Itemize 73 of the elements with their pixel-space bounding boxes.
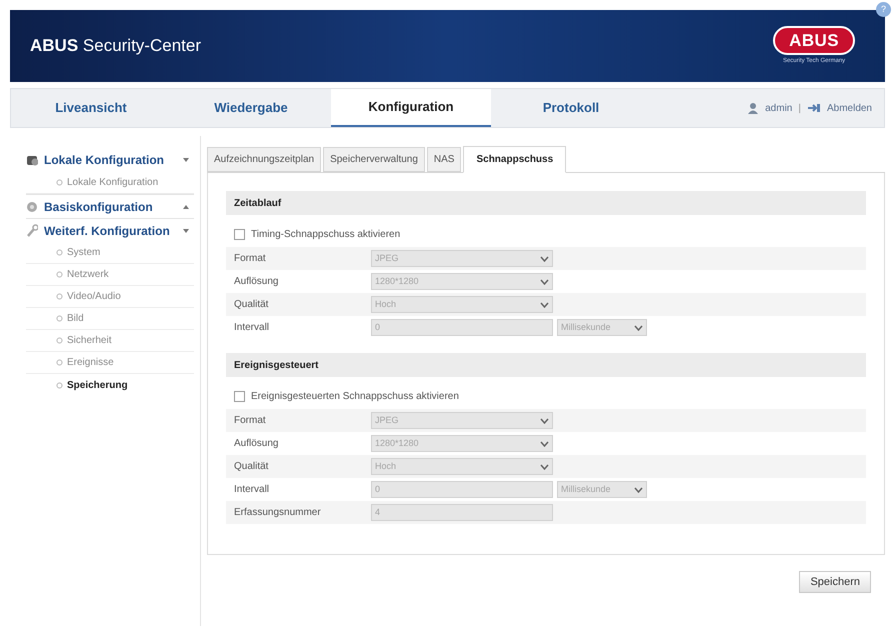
separator: | (798, 102, 801, 116)
user-name[interactable]: admin (765, 100, 792, 116)
page-tab[interactable]: Schnappschuss (463, 146, 566, 173)
field-label: Auflösung (234, 437, 280, 451)
bullet-icon (56, 271, 63, 278)
unit-dropdown[interactable]: Millisekunde (557, 481, 647, 498)
sidebar-item[interactable]: System (67, 245, 100, 260)
sidebar-item[interactable]: Sicherheit (67, 333, 112, 348)
save-button[interactable]: Speichern (799, 571, 871, 593)
input-field[interactable]: 0 (371, 481, 553, 498)
checkbox-label: Ereignisgesteuerten Schnappschuss aktivieren (251, 390, 459, 404)
sidebar-group[interactable]: Lokale Konfiguration (44, 151, 182, 169)
sidebar-group[interactable]: Weiterf. Konfiguration (44, 222, 182, 240)
logout-link[interactable]: Abmelden (826, 100, 872, 116)
chevron-down-icon (540, 440, 549, 446)
field-label: Auflösung (234, 275, 280, 289)
disc-icon (26, 200, 38, 214)
dropdown[interactable]: 1280*1280 (371, 435, 553, 452)
field-label: Intervall (234, 321, 270, 335)
checkbox[interactable] (234, 390, 245, 402)
page-tab[interactable]: Speicherverwaltung (323, 147, 425, 172)
nav-tab[interactable]: Protokoll (491, 89, 651, 127)
chevron-down-icon (634, 486, 643, 492)
dropdown[interactable]: Hoch (371, 296, 553, 313)
chevron-down-icon (540, 302, 549, 308)
bullet-icon (56, 293, 63, 300)
sidebar-item[interactable]: Ereignisse (67, 355, 114, 370)
page-tab[interactable]: Aufzeichnungszeitplan (207, 147, 322, 172)
field-label: Erfassungsnummer (234, 506, 322, 520)
sidebar-group[interactable]: Basiskonfiguration (44, 198, 182, 216)
camera-icon (26, 153, 38, 167)
sidebar-item[interactable]: Lokale Konfiguration (67, 175, 158, 190)
nav-tab[interactable]: Liveansicht (11, 89, 171, 127)
bullet-icon (56, 249, 63, 256)
bullet-icon (56, 359, 63, 366)
help-button[interactable]: ? (876, 2, 891, 17)
bullet-icon (56, 179, 63, 186)
chevron-down-icon (540, 464, 549, 470)
unit-dropdown[interactable]: Millisekunde (557, 319, 647, 336)
field-label: Qualität (234, 460, 270, 474)
section-title: Ereignisgesteuert (234, 358, 318, 372)
sidebar-item[interactable]: Bild (67, 311, 84, 326)
brand-logo: ABUS (773, 26, 855, 56)
checkbox-label: Timing-Schnappschuss aktivieren (251, 228, 400, 242)
chevron-down-icon (540, 278, 549, 284)
dropdown[interactable]: JPEG (371, 250, 553, 267)
app-title: ABUS Security-Center (30, 35, 201, 58)
section-title: Zeitablauf (234, 196, 282, 210)
checkbox[interactable] (234, 228, 245, 240)
sidebar-item[interactable]: Netzwerk (67, 267, 109, 282)
sidebar-item[interactable]: Video/Audio (67, 289, 121, 304)
bullet-icon (56, 315, 63, 322)
bullet-icon (56, 382, 63, 388)
nav-tab[interactable]: Konfiguration (331, 89, 491, 127)
wrench-icon (26, 224, 38, 238)
dropdown[interactable]: Hoch (371, 458, 553, 475)
page-tab[interactable]: NAS (426, 147, 462, 172)
input-field[interactable]: 4 (371, 504, 553, 521)
dropdown[interactable]: JPEG (371, 412, 553, 429)
bullet-icon (56, 337, 63, 344)
sidebar-item[interactable]: Speicherung (67, 378, 128, 392)
field-label: Qualität (234, 298, 270, 312)
field-label: Format (234, 252, 267, 266)
logout-icon (806, 103, 821, 113)
field-label: Intervall (234, 483, 270, 497)
chevron-down-icon (634, 324, 643, 330)
dropdown[interactable]: 1280*1280 (371, 273, 553, 290)
user-icon (747, 102, 760, 114)
chevron-down-icon (540, 418, 549, 424)
input-field[interactable]: 0 (371, 319, 553, 336)
nav-tab[interactable]: Wiedergabe (171, 89, 331, 127)
chevron-down-icon (540, 256, 549, 262)
field-label: Format (234, 414, 267, 428)
